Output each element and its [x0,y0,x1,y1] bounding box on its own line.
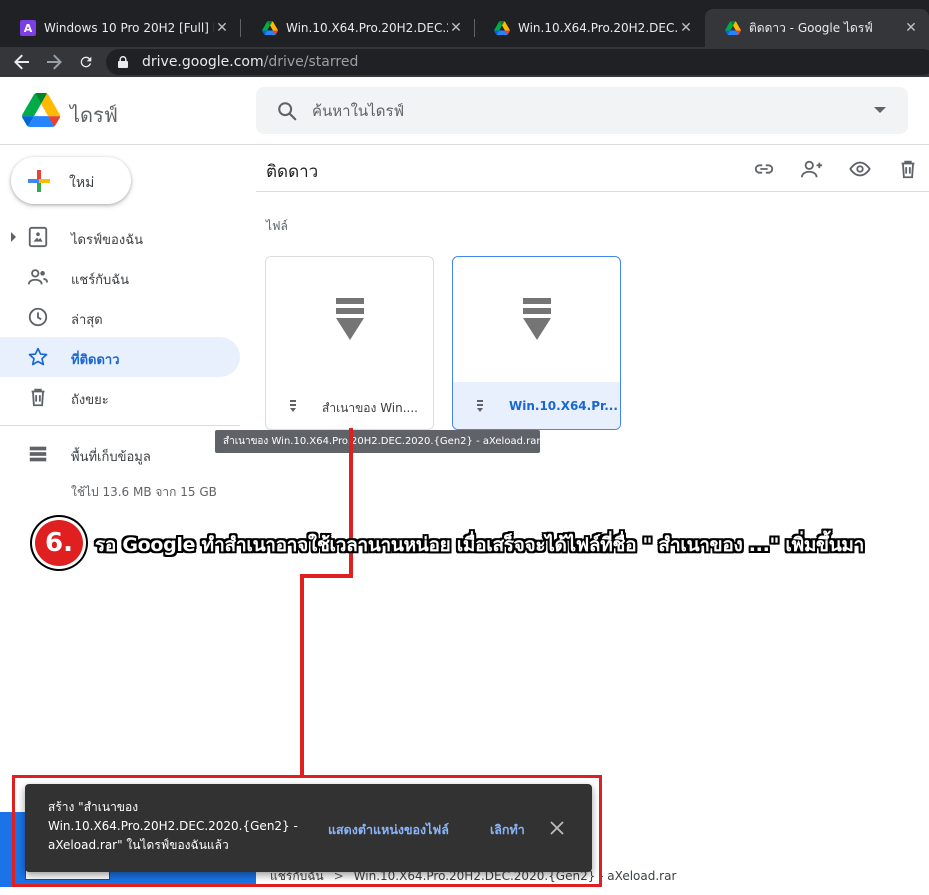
sidebar-item-label: ที่ติดดาว [71,353,120,368]
file-meta: สำเนาของ Win.... [266,382,433,429]
archive-file-icon [522,297,551,340]
search-box[interactable] [256,87,908,134]
arrow-left-icon [14,54,29,70]
browser-tab-3[interactable]: Win.10.X64.Pro.20H2.DEC.2020. ✕ [474,9,704,47]
file-name: Win.10.X64.Pr... [509,399,618,413]
url-path: /drive/starred [263,54,359,70]
file-meta: Win.10.X64.Pr... [453,382,620,429]
app-name: ไดรฟ์ [70,103,118,127]
toast-message: สร้าง "สำเนาของ Win.10.X64.Pro.20H2.DEC.… [48,798,318,855]
file-preview [453,257,620,382]
sidebar-item-label: ไดรฟ์ของฉัน [71,233,143,248]
add-person-icon [801,160,823,178]
tab-title: Win.10.X64.Pro.20H2.DEC.2020. [286,21,448,35]
address-bar[interactable]: drive.google.com/drive/starred [106,49,929,75]
back-button[interactable] [6,48,38,76]
lock-icon [118,56,128,68]
file-card-selected[interactable]: Win.10.X64.Pr... [452,256,621,430]
tab-title: Windows 10 Pro 20H2 [Full] ISO [44,21,214,35]
file-preview [266,257,433,382]
archive-file-icon [290,400,296,412]
share-button[interactable] [788,155,836,183]
archive-file-icon [335,297,364,340]
drive-header: ไดรฟ์ [0,77,929,145]
archive-file-icon [477,400,483,412]
search-options-icon[interactable] [874,107,886,113]
close-icon[interactable] [549,820,565,836]
people-icon [27,269,49,285]
toast-line: สร้าง "สำเนาของ [48,800,139,814]
sidebar-item-label: ล่าสุด [71,313,103,328]
sidebar-item-label: พื้นที่เก็บข้อมูล [71,450,151,465]
toast-line: Win.10.X64.Pro.20H2.DEC.2020.{Gen2} - [48,819,298,833]
link-icon [754,164,774,174]
file-name: สำเนาของ Win.... [322,401,418,415]
google-drive-logo-icon[interactable] [22,93,60,127]
close-icon[interactable]: ✕ [678,20,694,36]
forward-button[interactable] [38,48,70,76]
sidebar-item-label: ถังขยะ [71,393,109,408]
new-button[interactable]: ใหม่ [11,157,131,204]
browser-tab-4[interactable]: ติดดาว - Google ไดรฟ์ ✕ [705,9,929,47]
reload-button[interactable] [70,48,102,76]
trash-icon [31,388,45,407]
a-letter-icon: A [20,20,36,36]
close-icon[interactable]: ✕ [448,20,464,36]
clock-icon [28,307,48,327]
star-icon [28,347,48,366]
tab-title: ติดดาว - Google ไดรฟ์ [749,20,873,35]
storage-icon [29,446,47,462]
toast-line: aXeload.rar" ในไดรฟ์ของฉันแล้ว [48,838,229,852]
sidebar-divider [0,425,240,426]
show-file-location-button[interactable]: แสดงตำแหน่งของไฟล์ [328,820,449,840]
url-host: drive.google.com [142,54,264,70]
file-name-tooltip: สำเนาของ Win.10.X64.Pro.20H2.DEC.2020.{G… [215,430,540,453]
google-drive-icon [262,21,278,35]
sidebar-item-shared[interactable]: แชร์กับฉัน [0,257,240,297]
sidebar-item-storage[interactable]: พื้นที่เก็บข้อมูล [0,434,240,474]
google-drive-icon [494,21,510,35]
main-divider [256,191,929,192]
section-label: ไฟล์ [266,219,288,233]
step-number-badge: 6. [32,517,86,569]
preview-button[interactable] [836,155,884,183]
annotation-line [300,574,353,578]
get-link-button[interactable] [740,155,788,183]
google-drive-icon [725,21,741,35]
remove-button[interactable] [884,155,929,183]
browser-tab-1[interactable]: A Windows 10 Pro 20H2 [Full] ISO ✕ [0,9,240,47]
tab-title: Win.10.X64.Pro.20H2.DEC.2020. [518,21,678,35]
file-card[interactable]: สำเนาของ Win.... [265,256,434,430]
copy-created-toast: สร้าง "สำเนาของ Win.10.X64.Pro.20H2.DEC.… [25,784,592,872]
sidebar-item-starred[interactable]: ที่ติดดาว [0,337,240,377]
page-title: ติดดาว [266,162,319,182]
sidebar-item-label: แชร์กับฉัน [71,273,130,288]
browser-tabstrip: A Windows 10 Pro 20H2 [Full] ISO ✕ Win.1… [0,0,929,47]
trash-icon [901,160,915,179]
sidebar-item-my-drive[interactable]: ไดรฟ์ของฉัน [0,217,240,257]
file-actions [740,155,929,183]
storage-usage: ใช้ไป 13.6 MB จาก 15 GB [71,485,217,499]
browser-tab-2[interactable]: Win.10.X64.Pro.20H2.DEC.2020. ✕ [242,9,474,47]
expand-arrow-icon[interactable] [11,232,16,242]
close-icon[interactable]: ✕ [903,20,919,36]
sidebar-item-recent[interactable]: ล่าสุด [0,297,240,337]
reload-icon [80,56,92,68]
plus-icon [28,170,50,192]
search-input[interactable] [312,87,812,134]
annotation-line [300,574,304,778]
arrow-right-icon [47,54,62,70]
close-icon[interactable]: ✕ [214,20,230,36]
my-drive-icon [28,226,48,248]
new-button-label: ใหม่ [69,175,95,191]
step-instruction: รอ Google ทำสำเนาอาจใช้เวลานานหน่อย เมื่… [95,534,865,556]
sidebar-item-trash[interactable]: ถังขยะ [0,377,240,417]
undo-button[interactable]: เลิกทำ [490,820,525,840]
eye-icon [849,161,871,177]
search-icon[interactable] [276,100,298,122]
